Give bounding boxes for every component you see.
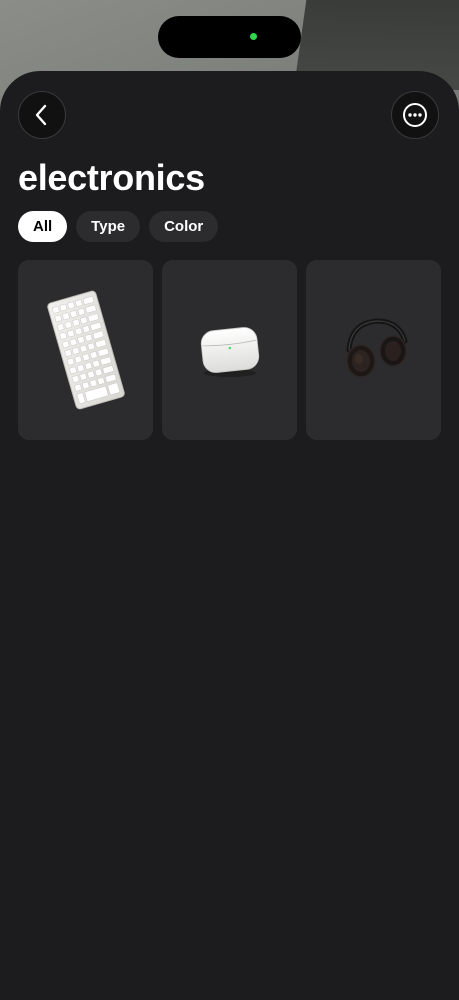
more-options-button[interactable] xyxy=(391,91,439,139)
earbuds-case-icon xyxy=(200,327,259,377)
ellipsis-circle-icon xyxy=(403,103,427,127)
filter-chips: All Type Color xyxy=(18,211,219,242)
page-title: electronics xyxy=(18,157,205,198)
filter-chip-type[interactable]: Type xyxy=(76,211,141,242)
filter-chip-all[interactable]: All xyxy=(18,211,68,242)
item-card-headphones[interactable] xyxy=(306,260,441,440)
chevron-left-icon xyxy=(35,104,47,126)
dynamic-island xyxy=(158,16,301,58)
back-button[interactable] xyxy=(18,91,66,139)
item-grid xyxy=(18,260,441,440)
headphones-icon xyxy=(345,318,407,378)
keyboard-icon xyxy=(46,290,125,410)
item-card-earbuds-case[interactable] xyxy=(162,260,297,440)
collection-sheet: electronics All Type Color xyxy=(0,71,459,1000)
camera-indicator-dot xyxy=(250,33,257,40)
item-card-keyboard[interactable] xyxy=(18,260,153,440)
filter-chip-color[interactable]: Color xyxy=(149,211,219,242)
